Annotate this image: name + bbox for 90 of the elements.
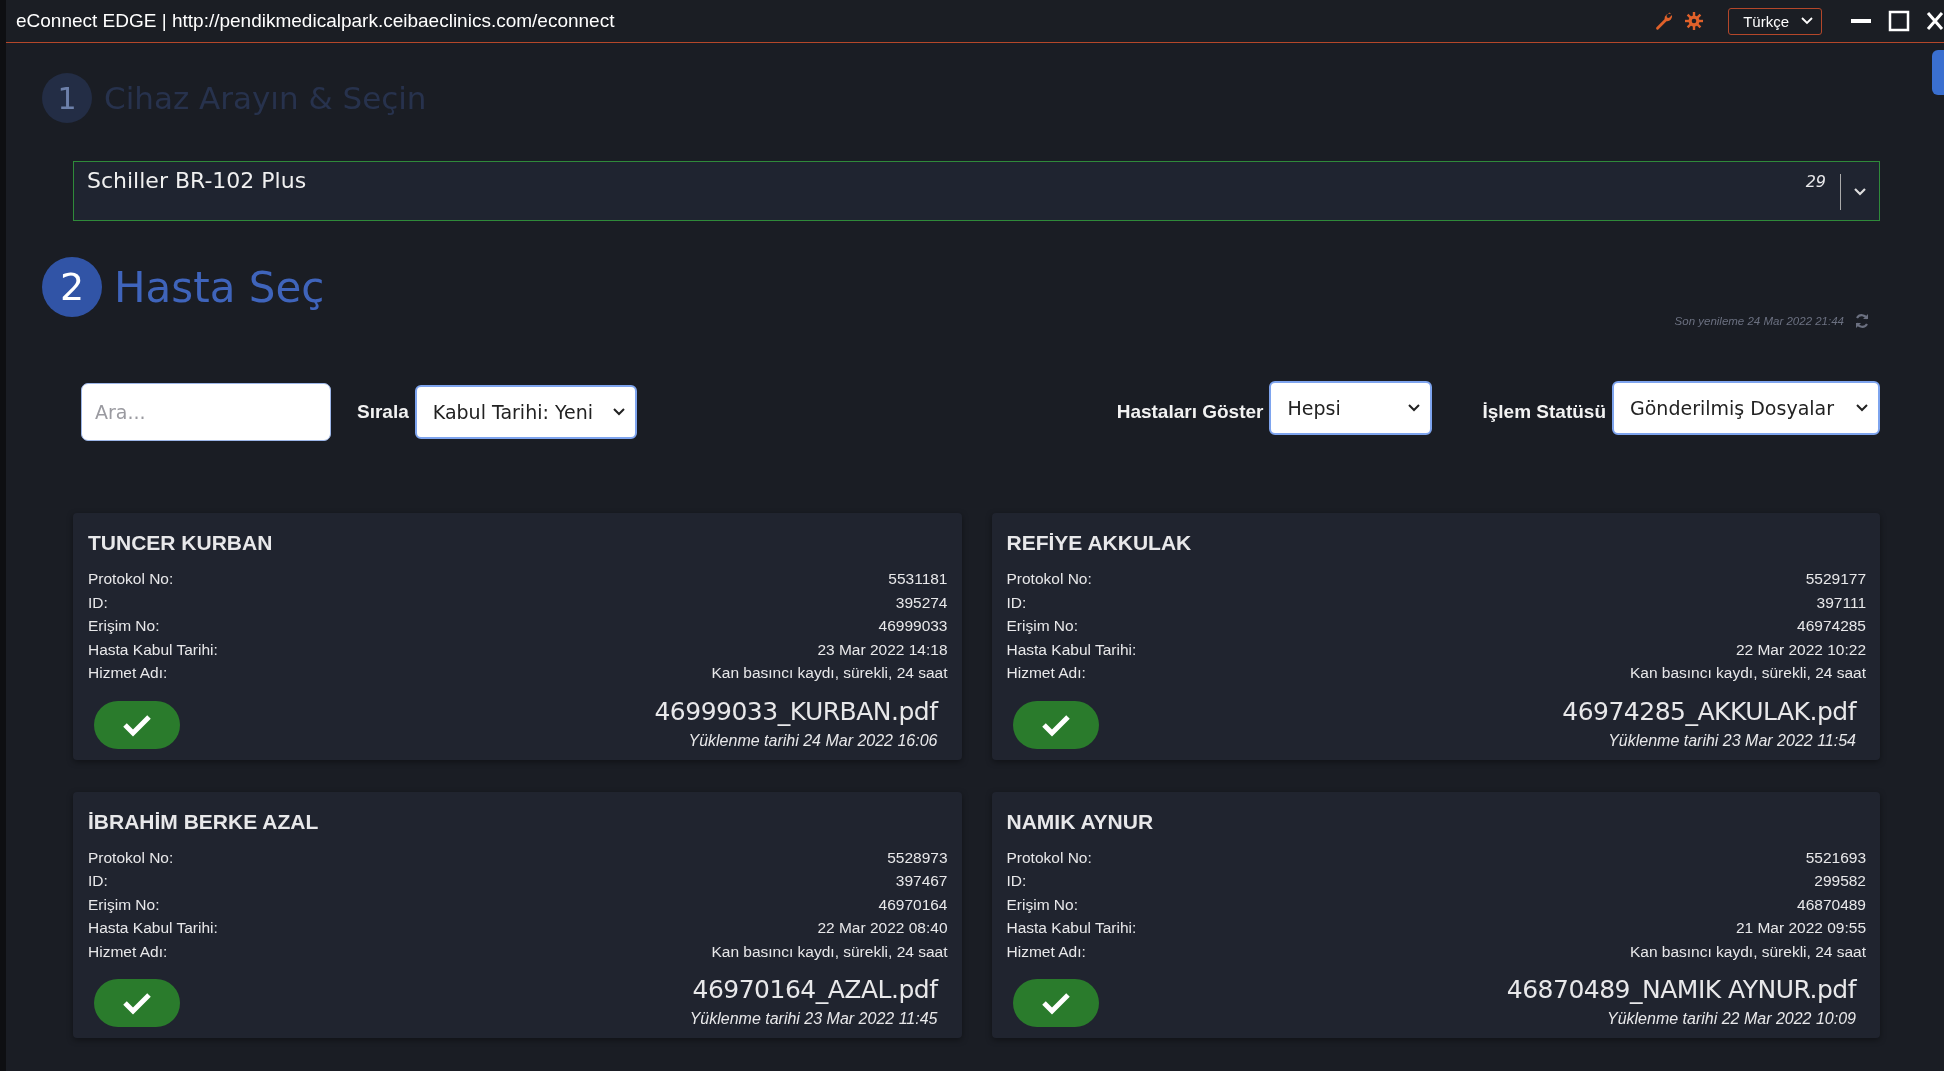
window-title: eConnect EDGE | http://pendikmedicalpark.ceibaeclinics.com/econnect [16,10,615,32]
field-value: 23 Mar 2022 14:18 [817,639,948,660]
wrench-icon[interactable] [1654,11,1675,31]
field-label: Erişim No: [1006,616,1078,636]
chevron-down-icon [1408,404,1421,412]
field-label: Hasta Kabul Tarihi: [1006,918,1137,938]
search-field[interactable]: Ara... [81,383,331,441]
status-button[interactable] [1012,979,1099,1027]
patient-card[interactable] [73,513,962,760]
check-icon [1040,712,1071,737]
field-label: Hasta Kabul Tarihi: [88,639,218,660]
field-label: ID: [88,592,108,613]
chevron-down-icon [612,408,625,416]
device-count: 29 [1805,172,1826,191]
upload-date: Yüklenme tarihi 22 Mar 2022 10:09 [1606,1010,1856,1028]
field-value: 299582 [1814,871,1866,891]
status-label: İşlem Statüsü [1482,401,1606,423]
field-label: Protokol No: [88,847,174,868]
field-label: Hizmet Adı: [1006,941,1086,962]
file-link[interactable]: 46970164_AZAL.pdf [692,975,938,1004]
chevron-down-icon [1801,17,1813,25]
side-tab[interactable] [1932,50,1944,95]
field-label: Erişim No: [88,616,160,636]
status-select[interactable]: Gönderilmiş Dosyalar [1612,381,1880,435]
field-value: 22 Mar 2022 10:22 [1735,639,1866,660]
patient-card[interactable] [73,791,962,1038]
field-label: Hizmet Adı: [1006,663,1086,683]
check-icon [122,712,152,737]
patient-name: İBRAHİM BERKE AZAL [88,809,320,834]
field-label: Protokol No: [1006,847,1092,868]
field-value: 397111 [1816,592,1866,613]
field-value: Kan basıncı kaydı, sürekli, 24 saat [1629,663,1866,683]
field-label: Hizmet Adı: [88,663,168,683]
field-label: Erişim No: [88,894,160,915]
sort-label: Sırala [357,401,409,423]
field-value: Kan basıncı kaydı, sürekli, 24 saat [711,663,948,683]
show-patients-label: Hastaları Göster [1116,401,1264,423]
step-number: 2 [42,257,102,317]
patient-name: TUNCER KURBAN [88,531,274,555]
field-value: Kan basıncı kaydı, sürekli, 24 saat [1629,941,1866,962]
field-label: ID: [1006,871,1027,891]
field-value: 46970164 [878,894,948,915]
close-icon[interactable] [1926,10,1944,32]
field-value: 46870489 [1797,894,1866,915]
field-label: Hasta Kabul Tarihi: [88,918,218,938]
check-icon [1040,991,1071,1015]
device-select[interactable]: Schiller BR-102 Plus 29 [73,161,1880,221]
patient-card[interactable] [991,791,1880,1038]
step-title: Hasta Seç [114,262,325,312]
field-value: 22 Mar 2022 08:40 [817,918,948,938]
field-label: Protokol No: [88,569,174,589]
show-patients-select[interactable]: Hepsi [1269,381,1433,435]
patient-name: REFİYE AKKULAK [1006,531,1193,555]
status-button[interactable] [94,979,180,1027]
upload-date: Yüklenme tarihi 24 Mar 2022 16:06 [688,731,938,750]
field-value: 46999033 [878,616,948,636]
status-button[interactable] [94,700,180,749]
chevron-down-icon [1853,187,1867,197]
file-link[interactable]: 46999033_KURBAN.pdf [654,696,938,726]
language-select[interactable]: Türkçe [1728,7,1822,35]
status-button[interactable] [1012,700,1099,749]
field-value: Kan basıncı kaydı, sürekli, 24 saat [711,941,948,962]
field-label: ID: [1006,592,1027,613]
field-value: 397467 [895,871,948,891]
patient-card[interactable] [991,513,1880,760]
field-label: Erişim No: [1006,894,1078,915]
maximize-icon[interactable] [1888,10,1910,32]
check-icon [122,991,152,1015]
patient-name: NAMIK AYNUR [1006,809,1155,834]
refresh-icon[interactable] [1854,313,1870,329]
file-link[interactable]: 46870489_NAMIK AYNUR.pdf [1506,975,1856,1004]
field-value: 395274 [895,592,948,613]
gear-icon[interactable] [1684,11,1705,31]
field-label: Hizmet Adı: [88,941,168,962]
step-number: 1 [42,73,92,123]
field-value: 5531181 [888,569,948,589]
field-value: 5529177 [1805,569,1866,589]
sort-select[interactable]: Kabul Tarihi: Yeni [414,385,637,439]
field-label: Protokol No: [1006,569,1092,589]
last-refresh-text: Son yenileme 24 Mar 2022 21:44 [1674,315,1844,327]
field-value: 21 Mar 2022 09:55 [1735,918,1866,938]
chevron-down-icon [1856,404,1868,412]
upload-date: Yüklenme tarihi 23 Mar 2022 11:45 [689,1010,938,1028]
field-value: 46974285 [1797,616,1866,636]
field-value: 5528973 [887,847,948,868]
field-value: 5521693 [1805,847,1866,868]
upload-date: Yüklenme tarihi 23 Mar 2022 11:54 [1608,731,1856,750]
field-label: Hasta Kabul Tarihi: [1006,639,1137,660]
file-link[interactable]: 46974285_AKKULAK.pdf [1562,696,1856,726]
field-label: ID: [88,871,108,891]
